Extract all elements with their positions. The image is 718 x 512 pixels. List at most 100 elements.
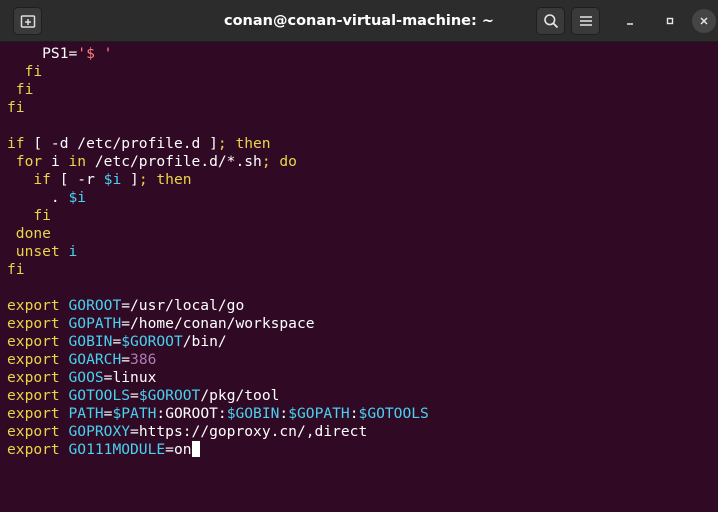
terminal-text: GOPROXY <box>68 423 131 440</box>
close-button[interactable] <box>692 9 716 33</box>
window-title: conan@conan-virtual-machine: ~ <box>223 13 495 29</box>
terminal-text: $PATH <box>112 405 157 422</box>
terminal-line: fi <box>7 81 34 99</box>
terminal-text: GOOS <box>68 369 104 386</box>
terminal-text: =on <box>165 441 192 458</box>
menu-button[interactable] <box>571 7 600 35</box>
terminal-line: if [ -r $i ]; then <box>7 171 192 189</box>
terminal-text: for <box>15 153 43 170</box>
terminal-line: export GO111MODULE=on <box>7 441 200 459</box>
minimize-icon <box>627 23 633 25</box>
terminal-text: = <box>121 351 131 368</box>
hamburger-menu-icon <box>579 16 592 26</box>
terminal-line: export GOBIN=$GOROOT/bin/ <box>7 333 227 351</box>
terminal-text: export <box>7 387 69 404</box>
terminal-text: :GOROOT: <box>156 405 227 422</box>
terminal-line: fi <box>7 207 51 225</box>
terminal-text: in <box>68 153 87 170</box>
terminal-text: done <box>15 225 51 242</box>
terminal-line: export PATH=$PATH:GOROOT:$GOBIN:$GOPATH:… <box>7 405 429 423</box>
terminal-line: export GOARCH=386 <box>7 351 156 369</box>
terminal-text: $GOTOOLS <box>358 405 429 422</box>
terminal-text: $i <box>103 171 122 188</box>
close-icon <box>700 17 708 25</box>
terminal-text: : <box>279 405 289 422</box>
terminal-text: ; then <box>138 171 192 188</box>
terminal-text: ] <box>121 171 139 188</box>
terminal-line: export GOPATH=/home/conan/workspace <box>7 315 315 333</box>
terminal-text: $GOROOT <box>138 387 201 404</box>
terminal-text: $GOBIN <box>226 405 280 422</box>
terminal-text: GO111MODULE <box>68 441 166 458</box>
terminal-text: : <box>349 405 359 422</box>
terminal-line: export GOPROXY=https://goproxy.cn/,direc… <box>7 423 367 441</box>
terminal-text: 386 <box>130 351 157 368</box>
terminal-text: $GOPATH <box>288 405 350 422</box>
terminal-text: unset <box>15 243 60 260</box>
terminal-text: GOTOOLS <box>68 387 131 404</box>
terminal-text: if <box>33 171 51 188</box>
search-button[interactable] <box>536 7 565 35</box>
terminal-text: =https://goproxy.cn/,direct <box>130 423 368 440</box>
terminal-text: fi <box>7 99 25 116</box>
terminal-text: fi <box>7 261 25 278</box>
terminal-text: =/home/conan/workspace <box>121 315 315 332</box>
terminal-text: /pkg/tool <box>200 387 280 404</box>
terminal-text: '$ ' <box>77 45 113 62</box>
terminal-text: export <box>7 297 69 314</box>
terminal-line: for i in /etc/profile.d/*.sh; do <box>7 153 297 171</box>
search-icon <box>543 14 558 29</box>
new-tab-icon <box>20 15 35 28</box>
terminal-text: =linux <box>103 369 157 386</box>
terminal-line: export GOROOT=/usr/local/go <box>7 297 244 315</box>
terminal-text: = <box>130 387 139 404</box>
terminal-text: export <box>7 333 69 350</box>
terminal-text: export <box>7 351 69 368</box>
terminal-text: export <box>7 441 69 458</box>
title-bar[interactable]: conan@conan-virtual-machine: ~ <box>0 0 718 42</box>
terminal-line: unset i <box>7 243 78 261</box>
terminal-text: ; do <box>261 153 297 170</box>
terminal-line: export GOOS=linux <box>7 369 156 387</box>
terminal-text: GOPATH <box>68 315 122 332</box>
terminal-text: GOROOT <box>68 297 122 314</box>
maximize-button[interactable] <box>658 9 682 33</box>
terminal-line: fi <box>7 63 43 81</box>
new-tab-button[interactable] <box>13 7 42 35</box>
terminal-text: /bin/ <box>182 333 227 350</box>
terminal-text: GOBIN <box>68 333 113 350</box>
terminal-text: . <box>7 189 69 206</box>
terminal-line: fi <box>7 99 25 117</box>
terminal-text: ; then <box>217 135 271 152</box>
terminal-area[interactable]: PS1='$ ' fi fi fi if [ -d /etc/profile.d ]… <box>0 42 718 512</box>
terminal-line: if [ -d /etc/profile.d ]; then <box>7 135 271 153</box>
maximize-icon <box>666 17 674 25</box>
terminal-text: i <box>42 153 69 170</box>
terminal-text: =/usr/local/go <box>121 297 245 314</box>
terminal-text: PS1= <box>7 45 78 62</box>
terminal-text: $i <box>68 189 87 206</box>
terminal-line: . $i <box>7 189 86 207</box>
terminal-text: [ -r <box>50 171 104 188</box>
minimize-button[interactable] <box>618 9 642 33</box>
terminal-text: = <box>112 333 122 350</box>
terminal-text: fi <box>15 81 34 98</box>
terminal-text: if <box>7 135 25 152</box>
terminal-text: fi <box>24 63 43 80</box>
terminal-line: done <box>7 225 51 243</box>
terminal-text: fi <box>33 207 51 224</box>
terminal-line: export GOTOOLS=$GOROOT/pkg/tool <box>7 387 279 405</box>
terminal-text: export <box>7 423 69 440</box>
terminal-text: GOARCH <box>68 351 122 368</box>
terminal-text: PATH <box>68 405 104 422</box>
terminal-text: export <box>7 369 69 386</box>
terminal-text: i <box>68 243 78 260</box>
terminal-text: export <box>7 405 69 422</box>
